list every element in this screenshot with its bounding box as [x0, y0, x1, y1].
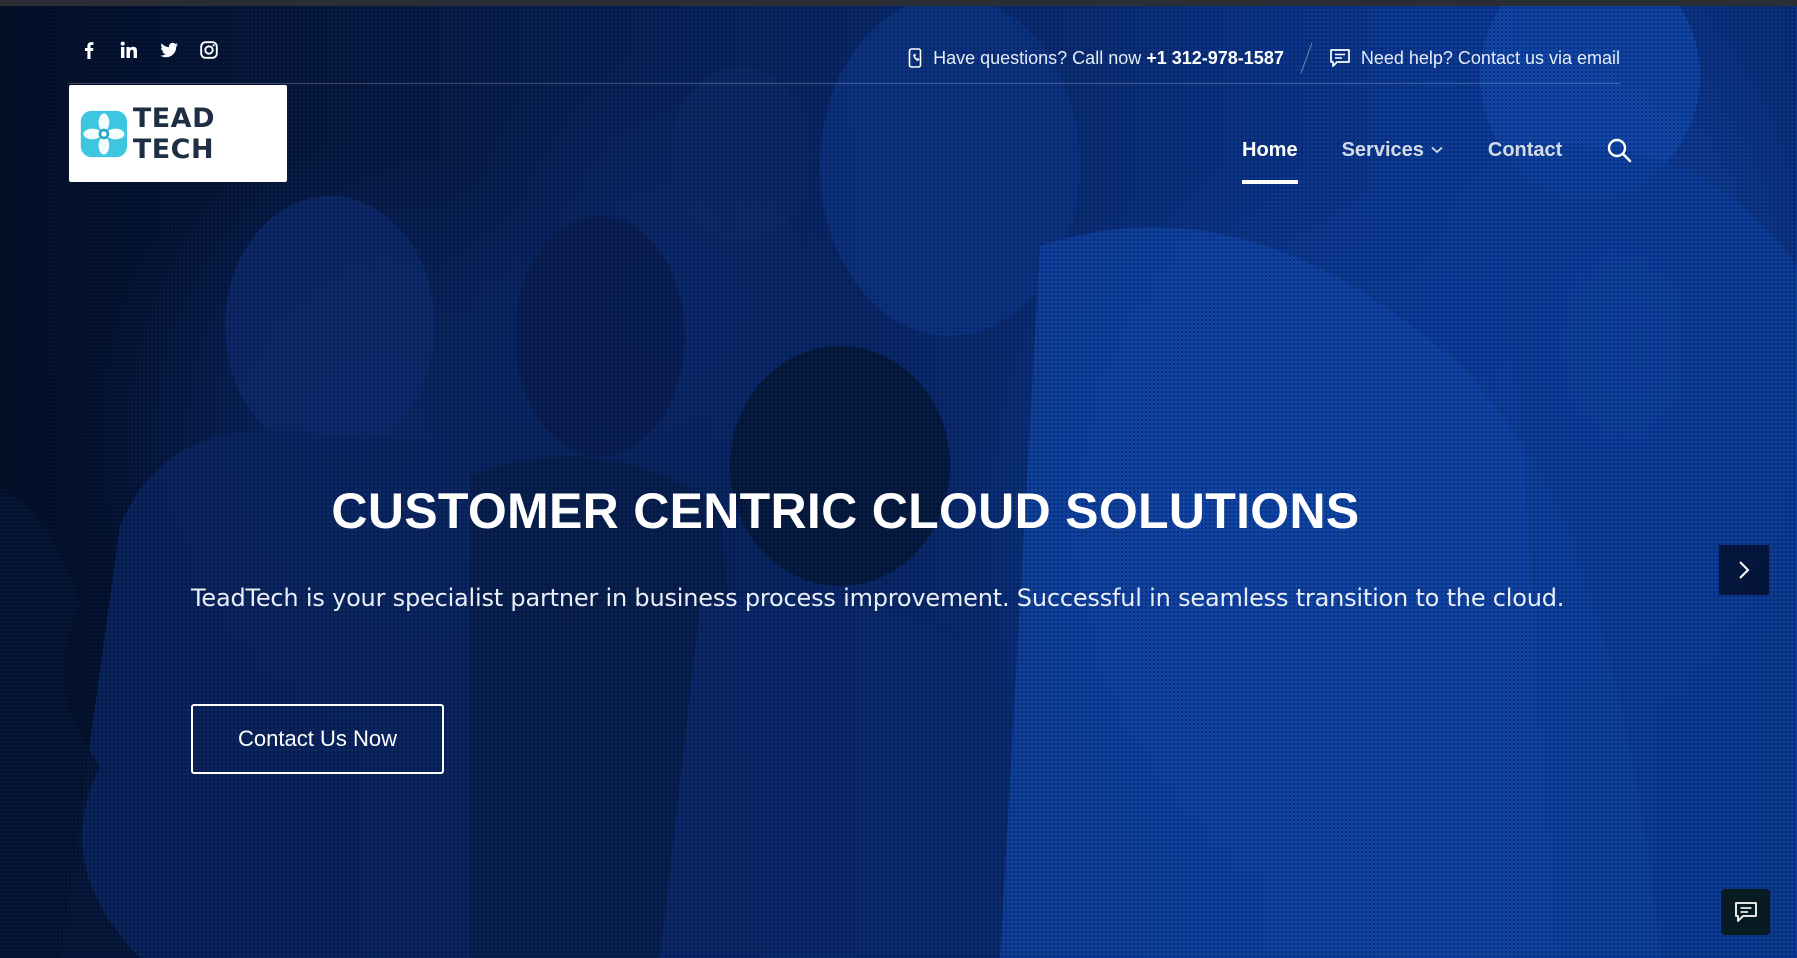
email-info[interactable]: Need help? Contact us via email [1329, 48, 1620, 69]
phone-prefix: Have questions? Call now [933, 47, 1147, 68]
hero-headline: CUSTOMER CENTRIC CLOUD SOLUTIONS [331, 483, 1360, 539]
logo-text: TEAD TECH [132, 102, 215, 165]
top-bar: Have questions? Call now +1 312-978-1587… [69, 30, 1620, 84]
nav-item-contact[interactable]: Contact [1488, 136, 1562, 164]
nav-item-label: Services [1341, 138, 1424, 161]
chat-widget-button[interactable] [1721, 889, 1770, 935]
slider-next-button[interactable] [1719, 545, 1769, 595]
email-help-text[interactable]: Need help? Contact us via email [1361, 48, 1620, 69]
chevron-right-icon [1739, 561, 1750, 579]
social-links [79, 40, 219, 60]
chat-bubble-icon [1734, 902, 1757, 922]
divider [1300, 42, 1313, 74]
search-icon[interactable] [1606, 137, 1632, 163]
site-logo[interactable]: TEAD TECH [69, 85, 287, 182]
facebook-icon[interactable] [79, 40, 99, 60]
nav-item-services[interactable]: Services [1342, 136, 1444, 164]
twitter-icon[interactable] [159, 40, 179, 60]
main-nav: Home Services Contact [1242, 136, 1632, 184]
instagram-icon[interactable] [199, 40, 219, 60]
hero-subline: TeadTech is your specialist partner in b… [191, 584, 1565, 612]
phone-info[interactable]: Have questions? Call now +1 312-978-1587 [907, 48, 1284, 69]
nav-item-home[interactable]: Home [1242, 136, 1298, 184]
phone-icon [908, 48, 922, 68]
contact-info: Have questions? Call now +1 312-978-1587… [907, 42, 1620, 74]
nav-item-label: Home [1242, 138, 1298, 161]
phone-number[interactable]: +1 312-978-1587 [1146, 48, 1284, 68]
nav-item-label: Contact [1487, 138, 1563, 161]
contact-us-now-button[interactable]: Contact Us Now [191, 704, 444, 774]
chevron-down-icon [1431, 146, 1443, 154]
logo-flower-icon [80, 110, 128, 157]
chat-icon [1329, 49, 1350, 67]
linkedin-icon[interactable] [119, 40, 139, 60]
